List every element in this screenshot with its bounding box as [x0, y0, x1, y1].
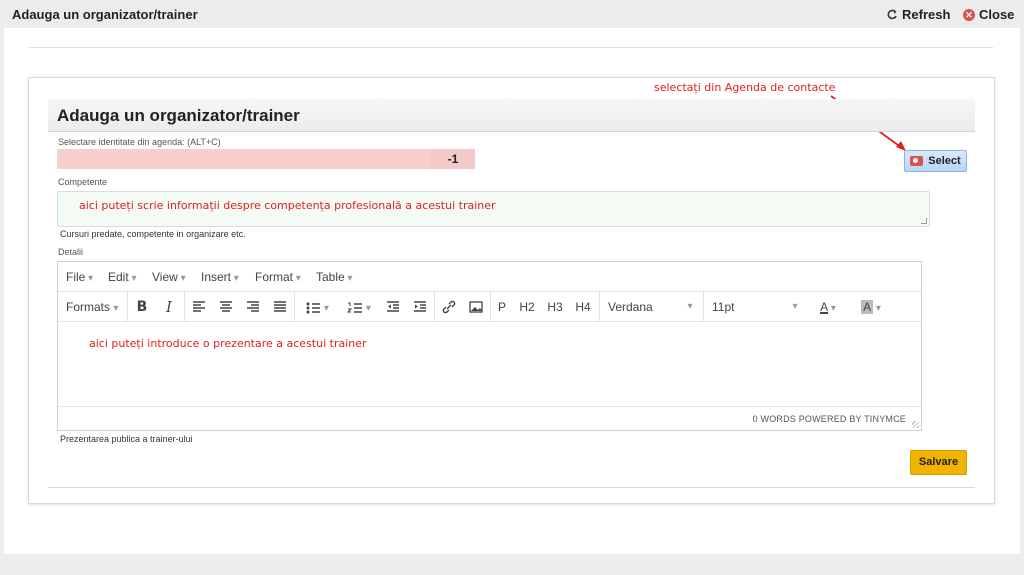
- competente-label: Competente: [58, 177, 108, 187]
- toolbar-separator: [434, 292, 435, 322]
- heading-h2-button[interactable]: H2: [518, 298, 536, 316]
- align-justify-icon[interactable]: [272, 298, 288, 316]
- align-left-icon[interactable]: [191, 298, 207, 316]
- close-label: Close: [979, 7, 1015, 22]
- close-button[interactable]: ✕ Close: [963, 7, 1014, 22]
- bullet-list-dropdown[interactable]: ▾: [301, 298, 333, 316]
- link-icon[interactable]: [441, 298, 457, 316]
- select-annotation: selectați din Agenda de contacte: [654, 81, 836, 94]
- competente-textarea[interactable]: aici puteți scrie informații despre comp…: [57, 191, 930, 227]
- window-titlebar: Adauga un organizator/trainer Refresh ✕ …: [0, 0, 1024, 28]
- rich-text-editor: File Edit View Insert Format Table Forma…: [57, 261, 922, 431]
- outdent-icon[interactable]: [385, 298, 401, 316]
- refresh-button[interactable]: Refresh: [886, 7, 950, 22]
- bold-icon[interactable]: B: [133, 298, 151, 316]
- background-color-dropdown[interactable]: A ▾: [854, 298, 888, 316]
- agenda-id-value: -1: [431, 149, 475, 169]
- divider: [48, 487, 975, 488]
- detalii-help: Prezentarea publica a trainer-ului: [60, 434, 193, 444]
- align-right-icon[interactable]: [245, 298, 261, 316]
- agenda-label: Selectare identitate din agenda: (ALT+C): [58, 137, 221, 147]
- menu-file[interactable]: File: [66, 270, 93, 284]
- editor-menubar: File Edit View Insert Format Table: [58, 262, 921, 292]
- select-button[interactable]: Select: [904, 150, 967, 172]
- save-button[interactable]: Salvare: [910, 450, 967, 475]
- competente-hint: aici puteți scrie informații despre comp…: [79, 199, 496, 212]
- word-count: 0 WORDS POWERED BY TINYMCE: [752, 414, 906, 424]
- background-color-icon: A: [861, 300, 874, 314]
- bullet-list-icon: [306, 302, 321, 314]
- chevron-down-icon: ▾: [687, 301, 693, 312]
- editor-content-area[interactable]: aici puteți introduce o prezentare a ace…: [58, 322, 921, 406]
- menu-insert[interactable]: Insert: [201, 270, 239, 284]
- menu-format[interactable]: Format: [255, 270, 301, 284]
- font-family-value: Verdana: [608, 300, 653, 314]
- text-color-icon: A: [820, 300, 829, 314]
- detalii-hint: aici puteți introduce o prezentare a ace…: [89, 337, 367, 350]
- resize-handle-icon[interactable]: [921, 218, 927, 224]
- refresh-icon: [887, 9, 897, 19]
- formats-dropdown[interactable]: Formats ▾: [66, 298, 124, 316]
- align-center-icon[interactable]: [218, 298, 234, 316]
- menu-edit[interactable]: Edit: [108, 270, 137, 284]
- toolbar-separator: [184, 292, 185, 322]
- toolbar-separator: [703, 292, 704, 322]
- form-heading: Adauga un organizator/trainer: [57, 106, 300, 125]
- image-icon[interactable]: [468, 298, 484, 316]
- heading-h3-button[interactable]: H3: [546, 298, 564, 316]
- chevron-down-icon: ▾: [792, 301, 798, 312]
- agenda-input[interactable]: [57, 149, 431, 169]
- indent-icon[interactable]: [412, 298, 428, 316]
- toolbar-separator: [599, 292, 600, 322]
- heading-h4-button[interactable]: H4: [574, 298, 592, 316]
- menu-table[interactable]: Table: [316, 270, 353, 284]
- divider: [29, 47, 993, 48]
- window-title: Adauga un organizator/trainer: [12, 7, 198, 22]
- close-icon: ✕: [963, 8, 975, 21]
- toolbar-separator: [127, 292, 128, 322]
- numbered-list-icon: [346, 302, 363, 313]
- menu-view[interactable]: View: [152, 270, 186, 284]
- font-size-dropdown[interactable]: 11pt: [712, 298, 802, 316]
- contact-card-icon: [910, 156, 924, 166]
- toolbar-separator: [294, 292, 295, 322]
- resize-grip-icon[interactable]: [912, 421, 919, 428]
- text-color-dropdown[interactable]: A ▾: [813, 298, 843, 316]
- detalii-label: Detalii: [58, 247, 84, 257]
- editor-statusbar: 0 WORDS POWERED BY TINYMCE: [58, 406, 921, 430]
- select-label: Select: [928, 155, 961, 167]
- formats-label: Formats: [66, 300, 111, 314]
- form-heading-bar: Adauga un organizator/trainer: [48, 99, 975, 132]
- italic-icon[interactable]: I: [160, 298, 178, 316]
- toolbar-separator: [490, 292, 491, 322]
- font-size-value: 11pt: [712, 300, 735, 314]
- editor-toolbar: Formats ▾ B I ▾ ▾ P H2 H3 H4 Verdana ▾ 1…: [58, 292, 921, 322]
- numbered-list-dropdown[interactable]: ▾: [343, 298, 375, 316]
- heading-p-button[interactable]: P: [495, 298, 509, 316]
- competente-help: Cursuri predate, competente in organizar…: [60, 229, 246, 239]
- refresh-label: Refresh: [902, 7, 951, 22]
